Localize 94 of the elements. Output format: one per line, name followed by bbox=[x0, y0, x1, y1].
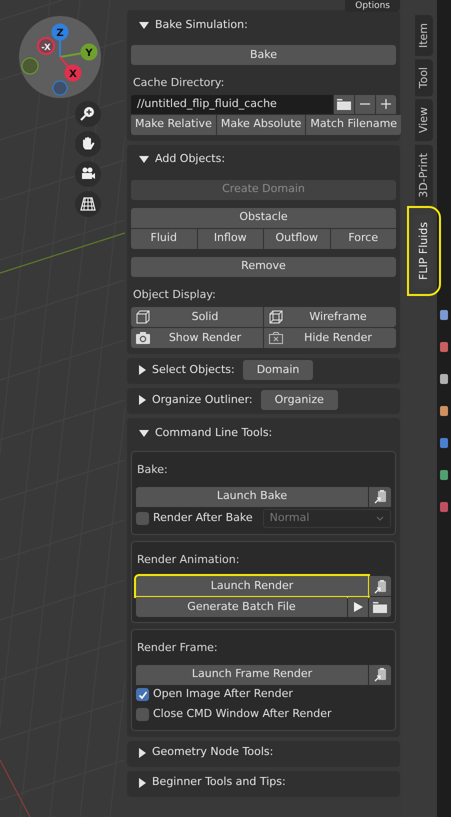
folder-button[interactable] bbox=[369, 597, 391, 617]
property-tab-icon[interactable] bbox=[440, 342, 448, 352]
action-button[interactable]: Obstacle bbox=[131, 208, 396, 228]
panel-title: Select Objects: bbox=[152, 362, 235, 378]
navigation-button[interactable] bbox=[75, 191, 101, 217]
check-icon bbox=[138, 690, 148, 700]
disclosure-triangle[interactable] bbox=[139, 365, 146, 375]
folder-icon bbox=[372, 599, 388, 615]
launch-button[interactable]: Launch Render bbox=[136, 576, 368, 596]
option-button[interactable]: Force bbox=[330, 228, 396, 248]
display-button[interactable]: Solid bbox=[131, 307, 263, 327]
launch-button[interactable]: Launch Bake bbox=[136, 486, 368, 506]
zoom-icon bbox=[80, 106, 96, 122]
option-button[interactable]: Make Relative bbox=[131, 114, 216, 134]
sidebar-tab[interactable]: Tool bbox=[415, 59, 433, 96]
checkbox[interactable] bbox=[136, 688, 149, 701]
folder-icon[interactable] bbox=[336, 96, 352, 112]
clipboard-arrow-icon bbox=[372, 667, 388, 682]
panel-action-button[interactable]: Domain bbox=[242, 360, 314, 380]
play-icon bbox=[352, 601, 364, 613]
property-tab-icon[interactable] bbox=[440, 310, 448, 320]
navigation-button[interactable] bbox=[75, 161, 101, 187]
copy-command-button[interactable] bbox=[369, 486, 391, 506]
axis-handle[interactable]: Z bbox=[52, 24, 68, 40]
section-label: Object Display: bbox=[132, 286, 217, 302]
panel-action-button[interactable]: Organize bbox=[260, 390, 338, 410]
panel-title: Organize Outliner: bbox=[152, 392, 253, 408]
panel-title: Geometry Node Tools: bbox=[152, 744, 274, 760]
play-button[interactable] bbox=[348, 597, 368, 617]
option-button[interactable]: Outflow bbox=[264, 228, 330, 248]
disclosure-triangle[interactable] bbox=[139, 22, 149, 28]
navigation-button[interactable] bbox=[75, 101, 101, 127]
axis-handle[interactable]: X bbox=[64, 64, 82, 82]
panel-title: Add Objects: bbox=[155, 151, 226, 168]
grid-plane-icon bbox=[80, 196, 96, 212]
copy-command-button[interactable] bbox=[369, 664, 391, 684]
panel-header[interactable]: Bake Simulation: bbox=[131, 13, 396, 37]
panel-header[interactable]: Select Objects: Domain bbox=[131, 358, 396, 382]
checkbox-label: Render After Bake bbox=[153, 510, 253, 526]
checkbox-label: Close CMD Window After Render bbox=[153, 706, 332, 722]
cube-icon bbox=[135, 309, 151, 325]
display-button[interactable]: Wireframe bbox=[264, 307, 396, 327]
disclosure-triangle[interactable] bbox=[139, 430, 149, 436]
subpanel-title: Bake: bbox=[136, 462, 169, 478]
axis-handle[interactable]: -X bbox=[37, 37, 55, 55]
subpanel-title: Render Frame: bbox=[136, 640, 219, 656]
option-button[interactable]: Inflow bbox=[198, 228, 263, 248]
launch-button[interactable]: Launch Frame Render bbox=[136, 664, 368, 684]
sidebar-tab[interactable]: 3D-Print bbox=[415, 144, 433, 206]
disclosure-triangle[interactable] bbox=[139, 748, 146, 758]
navigation-button[interactable] bbox=[75, 131, 101, 157]
option-button[interactable]: Fluid bbox=[131, 228, 196, 248]
axis-handle[interactable]: Y bbox=[80, 44, 98, 60]
action-button[interactable]: Remove bbox=[131, 256, 396, 276]
disclosure-triangle[interactable] bbox=[139, 156, 149, 163]
panel-header[interactable]: Add Objects: bbox=[131, 148, 396, 172]
checkbox[interactable] bbox=[136, 708, 149, 721]
options-button[interactable]: Options bbox=[345, 0, 400, 12]
panel-header[interactable]: Command Line Tools: bbox=[131, 421, 396, 445]
disclosure-triangle[interactable] bbox=[139, 395, 146, 405]
sidebar-tab[interactable]: View bbox=[415, 99, 433, 142]
panel-title: Beginner Tools and Tips: bbox=[152, 774, 286, 790]
copy-command-button[interactable] bbox=[369, 576, 391, 596]
display-button[interactable]: Show Render bbox=[131, 328, 263, 348]
batch-file-button[interactable]: Generate Batch File bbox=[136, 597, 347, 617]
hidden-camera-icon bbox=[268, 330, 284, 346]
panel-header[interactable]: Organize Outliner: Organize bbox=[131, 388, 396, 412]
checkbox-label: Open Image After Render bbox=[153, 686, 293, 702]
property-tab-icon[interactable] bbox=[440, 438, 448, 448]
section-label: Cache Directory: bbox=[132, 75, 226, 91]
clipboard-arrow-icon bbox=[372, 489, 388, 504]
display-button[interactable]: Hide Render bbox=[264, 328, 396, 348]
action-button[interactable]: Bake bbox=[131, 45, 396, 65]
option-button[interactable]: Make Absolute bbox=[216, 114, 306, 134]
panel-header[interactable]: Beginner Tools and Tips: bbox=[131, 770, 396, 794]
property-tab-icon[interactable] bbox=[440, 502, 448, 512]
option-button[interactable]: Match Filename bbox=[306, 114, 402, 134]
hand-icon bbox=[80, 136, 96, 152]
plus-icon[interactable] bbox=[378, 96, 394, 112]
path-field[interactable]: //untitled_flip_fluid_cache bbox=[131, 94, 333, 114]
sidebar-tab[interactable]: Item bbox=[415, 15, 433, 56]
property-tab-icon[interactable] bbox=[440, 470, 448, 480]
chevron-down-icon bbox=[376, 516, 384, 522]
clipboard-arrow-icon bbox=[372, 578, 388, 594]
property-tab-icon[interactable] bbox=[440, 406, 448, 416]
panel-header[interactable]: Geometry Node Tools: bbox=[131, 740, 396, 764]
panel-title: Command Line Tools: bbox=[155, 424, 272, 441]
disclosure-triangle[interactable] bbox=[139, 778, 146, 788]
panel-title: Bake Simulation: bbox=[155, 16, 248, 33]
wireframe-cube-icon bbox=[268, 309, 284, 325]
property-tab-icon[interactable] bbox=[440, 374, 448, 384]
subpanel-title: Render Animation: bbox=[136, 552, 240, 568]
camera-icon bbox=[80, 166, 96, 182]
camera-icon bbox=[135, 330, 151, 346]
